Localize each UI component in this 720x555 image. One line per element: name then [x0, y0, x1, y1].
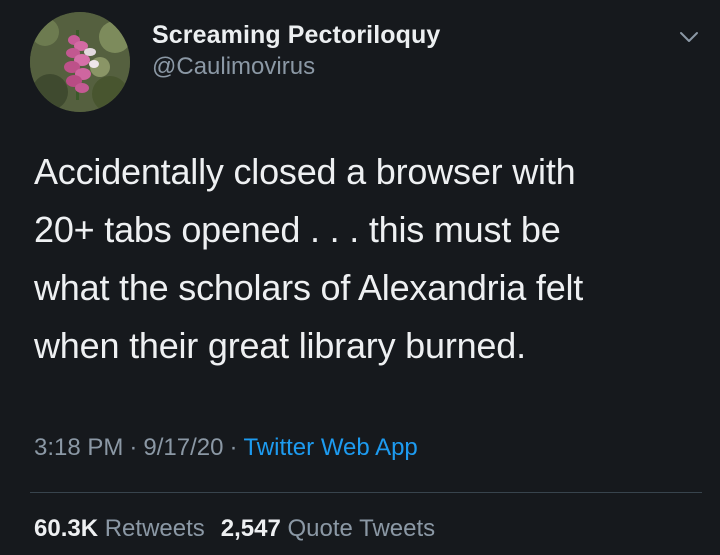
- display-name[interactable]: Screaming Pectoriloquy: [152, 20, 440, 50]
- user-handle[interactable]: @Caulimovirus: [152, 52, 440, 82]
- tweet-meta: 3:18 PM · 9/17/20 · Twitter Web App: [34, 432, 418, 464]
- quote-tweets-stat[interactable]: 2,547 Quote Tweets: [221, 515, 435, 542]
- retweets-stat[interactable]: 60.3K Retweets: [34, 515, 205, 542]
- author-block: Screaming Pectoriloquy @Caulimovirus: [152, 20, 440, 82]
- avatar[interactable]: [30, 12, 130, 112]
- quote-tweets-count: 2,547: [220, 515, 281, 542]
- tweet-menu-button[interactable]: [676, 24, 702, 50]
- meta-separator: ·: [229, 434, 238, 461]
- tweet-text: Accidentally closed a browser with 20+ t…: [34, 151, 584, 366]
- quote-tweets-label: Quote Tweets: [287, 515, 436, 542]
- foxglove-flower-avatar: [30, 12, 130, 112]
- tweet-card: Screaming Pectoriloquy @Caulimovirus Acc…: [0, 0, 720, 555]
- tweet-stats: 60.3K Retweets 2,547 Quote Tweets: [34, 513, 435, 545]
- tweet-date[interactable]: 9/17/20: [143, 434, 223, 461]
- chevron-down-icon: [680, 32, 698, 42]
- tweet-source-link[interactable]: Twitter Web App: [243, 434, 417, 461]
- meta-separator: ·: [129, 434, 138, 461]
- divider: [30, 492, 702, 493]
- retweets-count: 60.3K: [34, 515, 99, 542]
- tweet-time[interactable]: 3:18 PM: [34, 434, 123, 461]
- retweets-label: Retweets: [104, 515, 205, 542]
